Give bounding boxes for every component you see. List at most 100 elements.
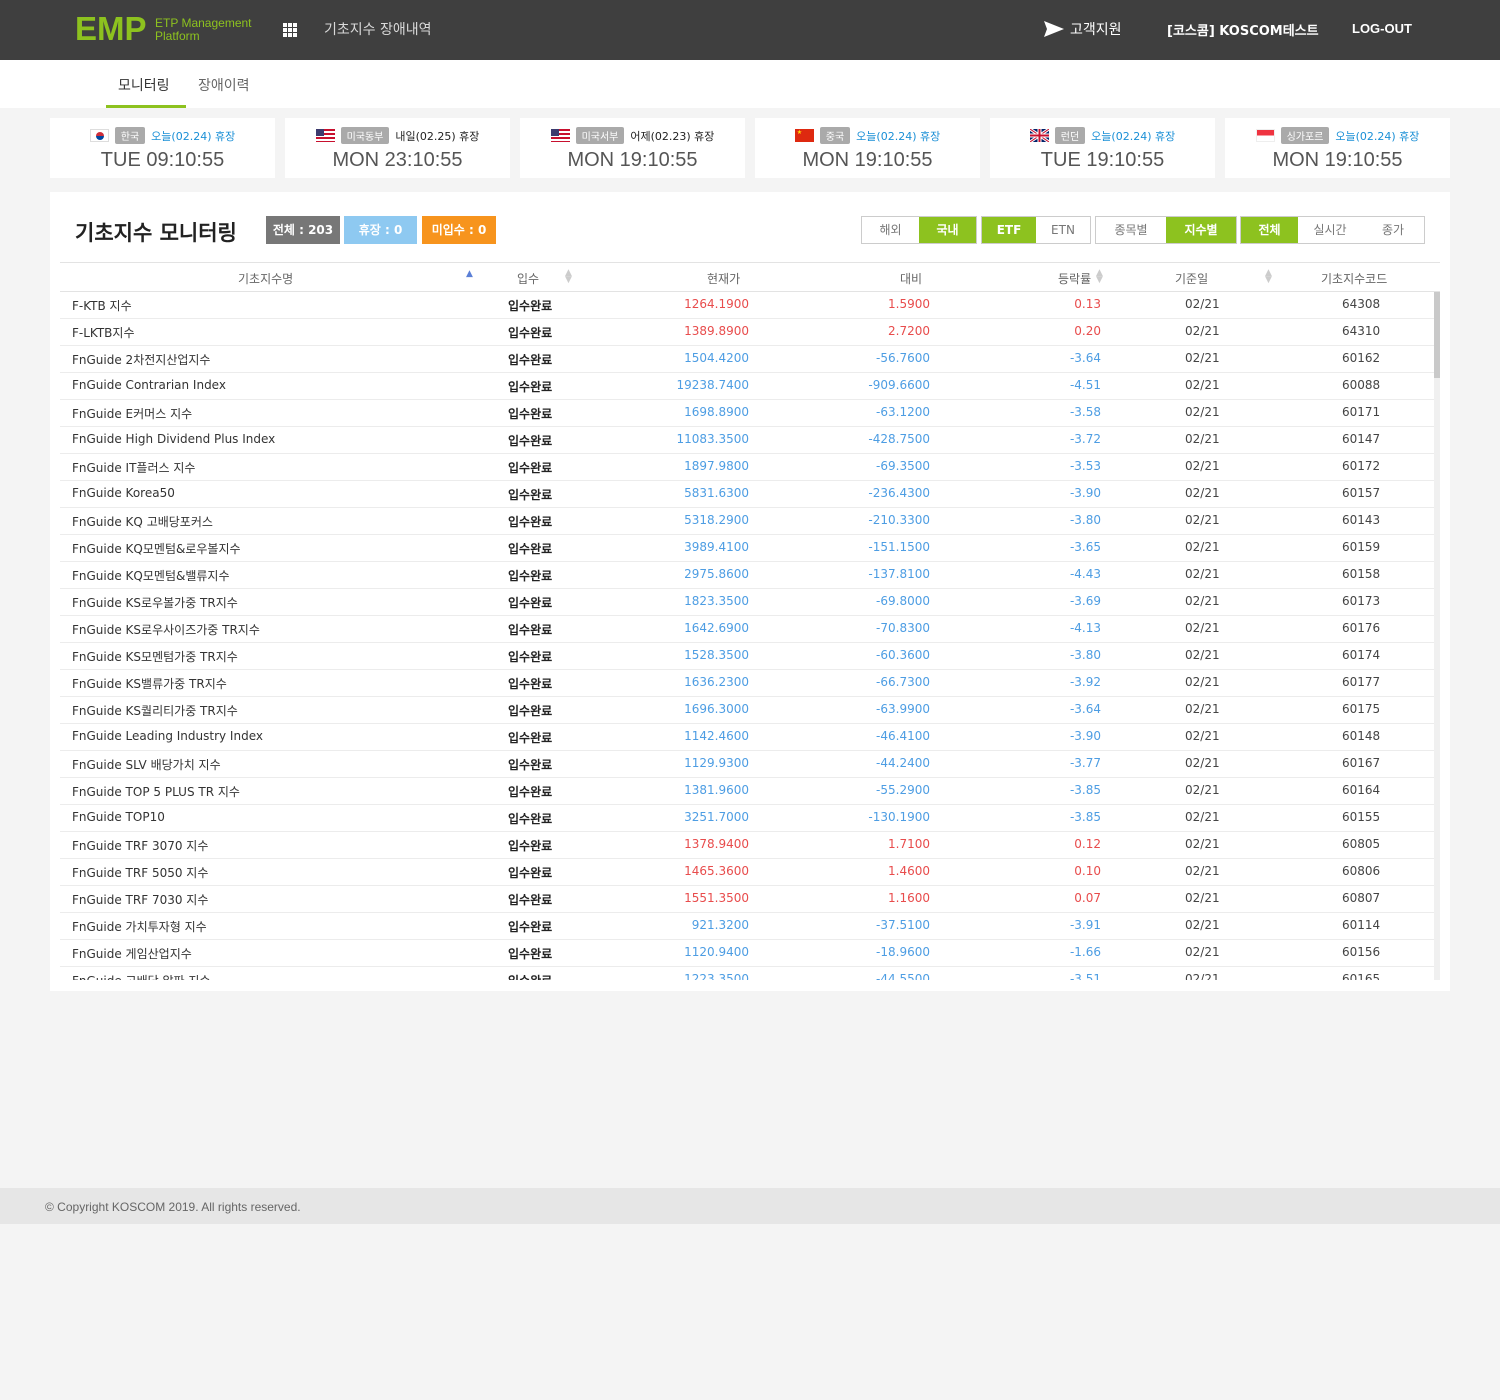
table-row[interactable]: FnGuide KS로우볼가중 TR지수 입수완료 1823.3500 -69.800… bbox=[60, 589, 1434, 616]
table-row[interactable]: FnGuide 고배당 알파 지수 입수완료 1223.3500 -44.5500 -3… bbox=[60, 967, 1434, 980]
date-cell: 02/21 bbox=[1185, 864, 1220, 878]
filter-realtime[interactable]: 실시간 bbox=[1298, 217, 1362, 243]
tab-monitoring[interactable]: 모니터링 bbox=[118, 75, 170, 95]
table-row[interactable]: FnGuide Contrarian Index 입수완료 19238.7400 -9… bbox=[60, 373, 1434, 400]
status-cell: 입수완료 bbox=[508, 920, 553, 934]
col-date[interactable]: 기준일 bbox=[1175, 270, 1208, 287]
price-cell: 1636.2300 bbox=[684, 675, 749, 689]
market-status: 오늘(02.24) 휴장 bbox=[856, 129, 941, 143]
index-name-cell: FnGuide TOP10 bbox=[72, 810, 165, 824]
index-name-cell: FnGuide KS모멘텀가중 TR지수 bbox=[72, 650, 238, 664]
change-cell: -70.8300 bbox=[876, 621, 930, 635]
closed-count-badge[interactable]: 휴장 : 0 bbox=[344, 216, 417, 244]
col-code[interactable]: 기초지수코드 bbox=[1321, 270, 1387, 287]
table-row[interactable]: FnGuide Leading Industry Index 입수완료 1142.4… bbox=[60, 724, 1434, 751]
date-cell: 02/21 bbox=[1185, 648, 1220, 662]
table-row[interactable]: FnGuide KS퀄리티가중 TR지수 입수완료 1696.3000 -63.990… bbox=[60, 697, 1434, 724]
market-status: 오늘(02.24) 휴장 bbox=[1091, 129, 1176, 143]
change-cell: -63.9900 bbox=[876, 702, 930, 716]
country-badge: 런던 bbox=[1054, 127, 1086, 144]
rate-cell: 0.20 bbox=[1074, 324, 1101, 338]
logout-button[interactable]: LOG-OUT bbox=[1352, 21, 1412, 36]
filter-etn[interactable]: ETN bbox=[1036, 217, 1090, 243]
price-cell: 11083.3500 bbox=[676, 432, 749, 446]
filter-by-item[interactable]: 종목별 bbox=[1096, 217, 1166, 243]
table-row[interactable]: FnGuide TRF 7030 지수 입수완료 1551.3500 1.1600 0.… bbox=[60, 886, 1434, 913]
table-row[interactable]: FnGuide TRF 5050 지수 입수완료 1465.3600 1.4600 0.… bbox=[60, 859, 1434, 886]
active-tab-indicator bbox=[106, 105, 186, 108]
table-row[interactable]: FnGuide KS모멘텀가중 TR지수 입수완료 1528.3500 -60.360… bbox=[60, 643, 1434, 670]
filter-domestic[interactable]: 국내 bbox=[919, 217, 976, 243]
apps-grid-icon[interactable] bbox=[283, 23, 297, 37]
table-row[interactable]: FnGuide KQ 고배당포커스 입수완료 5318.2900 -210.3300 -… bbox=[60, 508, 1434, 535]
status-cell: 입수완료 bbox=[508, 299, 553, 313]
table-row[interactable]: FnGuide TOP10 입수완료 3251.7000 -130.1900 -3.85… bbox=[60, 805, 1434, 832]
table-row[interactable]: FnGuide KQ모멘텀&밸류지수 입수완료 2975.8600 -137.8100… bbox=[60, 562, 1434, 589]
page-name: 기초지수 장애내역 bbox=[324, 22, 432, 38]
table-row[interactable]: FnGuide E커머스 지수 입수완료 1698.8900 -63.1200 -3.5… bbox=[60, 400, 1434, 427]
user-name[interactable]: [코스콤] KOSCOM테스트 bbox=[1167, 20, 1319, 39]
status-cell: 입수완료 bbox=[508, 650, 553, 664]
table-row[interactable]: FnGuide Korea50 입수완료 5831.6300 -236.4300 -3.… bbox=[60, 481, 1434, 508]
col-price[interactable]: 현재가 bbox=[707, 270, 740, 287]
sort-asc-icon[interactable]: ▲ bbox=[466, 270, 473, 279]
rate-cell: -3.85 bbox=[1069, 783, 1101, 797]
sort-icon[interactable]: ▲ ▼ bbox=[1265, 269, 1272, 285]
date-cell: 02/21 bbox=[1185, 324, 1220, 338]
index-name-cell: FnGuide TOP 5 PLUS TR 지수 bbox=[72, 785, 240, 799]
date-cell: 02/21 bbox=[1185, 783, 1220, 797]
col-index-name[interactable]: 기초지수명 bbox=[238, 270, 293, 287]
missing-count-badge[interactable]: 미입수 : 0 bbox=[422, 216, 496, 244]
footer: © Copyright KOSCOM 2019. All rights rese… bbox=[0, 1188, 1500, 1224]
status-cell: 입수완료 bbox=[508, 812, 553, 826]
customer-support-link[interactable]: 고객지원 bbox=[1044, 19, 1122, 39]
rate-cell: -4.43 bbox=[1069, 567, 1101, 581]
index-name-cell: FnGuide KQ모멘텀&로우볼지수 bbox=[72, 542, 241, 556]
table-row[interactable]: F-KTB 지수 입수완료 1264.1900 1.5900 0.13 02/21 6430… bbox=[60, 292, 1434, 319]
change-cell: -130.1900 bbox=[868, 810, 930, 824]
tab-history[interactable]: 장애이력 bbox=[198, 75, 250, 95]
filter-overseas[interactable]: 해외 bbox=[862, 217, 919, 243]
table-scrollbar[interactable] bbox=[1434, 292, 1440, 980]
status-cell: 입수완료 bbox=[508, 596, 553, 610]
col-change[interactable]: 대비 bbox=[900, 270, 922, 287]
table-row[interactable]: FnGuide 가치투자형 지수 입수완료 921.3200 -37.5100 -3.9… bbox=[60, 913, 1434, 940]
date-cell: 02/21 bbox=[1185, 459, 1220, 473]
date-cell: 02/21 bbox=[1185, 513, 1220, 527]
table-row[interactable]: FnGuide High Dividend Plus Index 입수완료 1108… bbox=[60, 427, 1434, 454]
price-cell: 5831.6300 bbox=[684, 486, 749, 500]
filter-close[interactable]: 종가 bbox=[1362, 217, 1424, 243]
total-count-badge[interactable]: 전체 : 203 bbox=[266, 216, 340, 244]
scrollbar-thumb[interactable] bbox=[1434, 292, 1440, 378]
table-row[interactable]: FnGuide TRF 3070 지수 입수완료 1378.9400 1.7100 0.… bbox=[60, 832, 1434, 859]
status-cell: 입수완료 bbox=[508, 326, 553, 340]
filter-all[interactable]: 전체 bbox=[1241, 217, 1298, 243]
sort-icon[interactable]: ▲ ▼ bbox=[1096, 269, 1103, 285]
rate-cell: -3.80 bbox=[1069, 513, 1101, 527]
col-status[interactable]: 입수 bbox=[517, 270, 539, 287]
table-row[interactable]: F-LKTB지수 입수완료 1389.8900 2.7200 0.20 02/21 6431… bbox=[60, 319, 1434, 346]
table-row[interactable]: FnGuide KS로우사이즈가중 TR지수 입수완료 1642.6900 -70.8… bbox=[60, 616, 1434, 643]
date-cell: 02/21 bbox=[1185, 837, 1220, 851]
code-cell: 60148 bbox=[1342, 729, 1381, 743]
country-badge: 싱가포르 bbox=[1280, 127, 1330, 144]
change-cell: -909.6600 bbox=[868, 378, 930, 392]
table-row[interactable]: FnGuide SLV 배당가치 지수 입수완료 1129.9300 -44.2400… bbox=[60, 751, 1434, 778]
top-bar: EMP ETP Management Platform 기초지수 장애내역 고객… bbox=[0, 0, 1500, 60]
logo[interactable]: EMP bbox=[75, 10, 147, 48]
filter-etf[interactable]: ETF bbox=[982, 217, 1036, 243]
rate-cell: -3.90 bbox=[1069, 729, 1101, 743]
status-cell: 입수완료 bbox=[508, 623, 553, 637]
table-row[interactable]: FnGuide IT플러스 지수 입수완료 1897.9800 -69.3500 -3.… bbox=[60, 454, 1434, 481]
table-row[interactable]: FnGuide KS밸류가중 TR지수 입수완료 1636.2300 -66.7300… bbox=[60, 670, 1434, 697]
status-cell: 입수완료 bbox=[508, 893, 553, 907]
table-row[interactable]: FnGuide 게임산업지수 입수완료 1120.9400 -18.9600 -1.66… bbox=[60, 940, 1434, 967]
country-badge: 미국서부 bbox=[575, 127, 625, 144]
table-row[interactable]: FnGuide KQ모멘텀&로우볼지수 입수완료 3989.4100 -151.150… bbox=[60, 535, 1434, 562]
rate-cell: -3.65 bbox=[1069, 540, 1101, 554]
col-rate[interactable]: 등락률 bbox=[1058, 270, 1091, 287]
table-row[interactable]: FnGuide TOP 5 PLUS TR 지수 입수완료 1381.9600 -55… bbox=[60, 778, 1434, 805]
sort-icon[interactable]: ▲ ▼ bbox=[565, 269, 572, 285]
table-row[interactable]: FnGuide 2차전지산업지수 입수완료 1504.4200 -56.7600 -3.… bbox=[60, 346, 1434, 373]
filter-by-index[interactable]: 지수별 bbox=[1166, 217, 1236, 243]
